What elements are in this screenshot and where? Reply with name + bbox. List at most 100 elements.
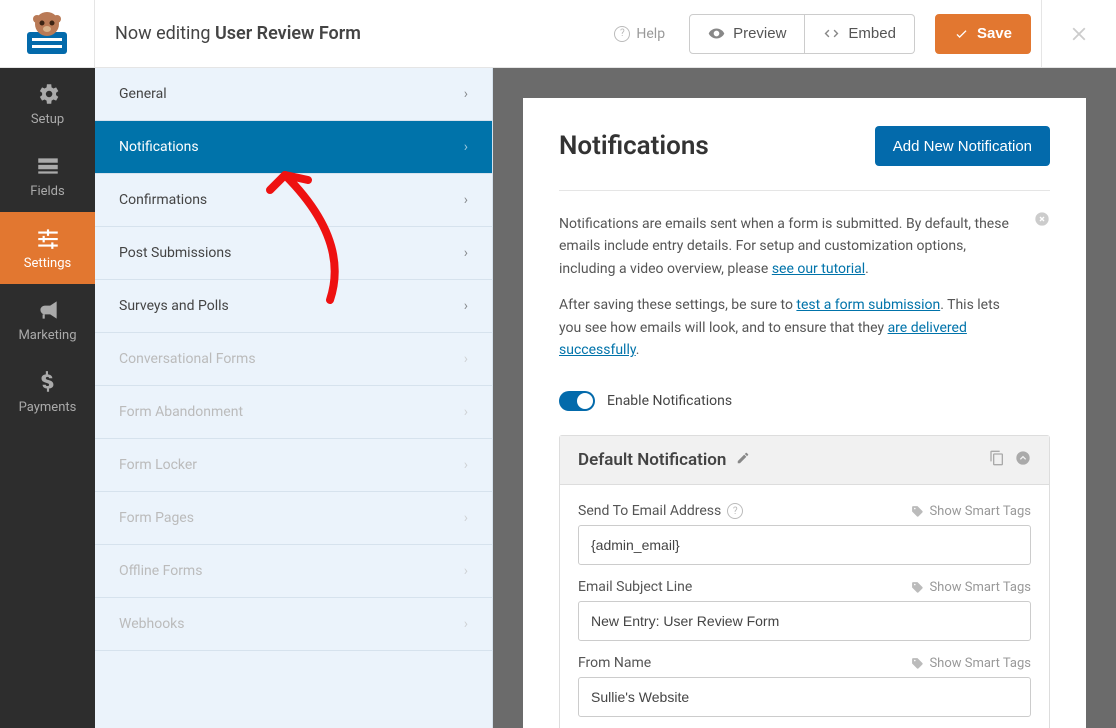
save-button[interactable]: Save bbox=[935, 14, 1031, 54]
smart-tags-button[interactable]: Show Smart Tags bbox=[911, 580, 1031, 595]
duplicate-button[interactable] bbox=[989, 450, 1005, 470]
chevron-right-icon: › bbox=[464, 563, 468, 579]
submenu-surveys-polls[interactable]: Surveys and Polls › bbox=[95, 280, 492, 333]
from-name-label: From Name bbox=[578, 655, 651, 671]
submenu-label: Form Pages bbox=[119, 510, 194, 526]
code-icon bbox=[823, 25, 840, 42]
pencil-icon bbox=[736, 451, 750, 465]
settings-submenu: General › Notifications› Confirmations › P… bbox=[95, 68, 493, 728]
check-icon bbox=[954, 26, 969, 41]
submenu-label: Form Abandonment bbox=[119, 404, 243, 420]
edit-title-button[interactable] bbox=[736, 451, 750, 469]
chevron-up-icon bbox=[1015, 450, 1031, 466]
settings-panel: Notifications Add New Notification Notif… bbox=[523, 98, 1086, 728]
subject-label: Email Subject Line bbox=[578, 579, 692, 595]
chevron-right-icon: › bbox=[464, 457, 468, 473]
top-bar: Now editing User Review Form ? Help Prev… bbox=[0, 0, 1116, 68]
submenu-label: General bbox=[119, 86, 167, 102]
embed-label: Embed bbox=[848, 25, 896, 42]
close-button[interactable] bbox=[1041, 0, 1116, 68]
rail-settings[interactable]: Settings bbox=[0, 212, 95, 284]
info-text: After saving these settings, be sure to bbox=[559, 297, 796, 313]
sliders-icon bbox=[35, 225, 61, 251]
collapse-button[interactable] bbox=[1015, 450, 1031, 470]
rail-setup-label: Setup bbox=[31, 112, 64, 127]
submenu-label: Offline Forms bbox=[119, 563, 202, 579]
chevron-right-icon: › bbox=[464, 510, 468, 526]
dismiss-info-button[interactable] bbox=[1034, 211, 1050, 234]
gear-icon bbox=[35, 81, 61, 107]
bullhorn-icon bbox=[35, 297, 61, 323]
submenu-form-locker[interactable]: Form Locker › bbox=[95, 439, 492, 492]
from-name-input[interactable] bbox=[578, 677, 1031, 717]
submenu-confirmations[interactable]: Confirmations › bbox=[95, 174, 492, 227]
notification-card: Default Notification Send To Email Addre… bbox=[559, 435, 1050, 728]
tag-icon bbox=[911, 657, 924, 670]
submenu-label: Conversational Forms bbox=[119, 351, 256, 367]
test-submission-link[interactable]: test a form submission bbox=[796, 297, 940, 313]
chevron-right-icon: › bbox=[464, 404, 468, 420]
submenu-conversational-forms[interactable]: Conversational Forms › bbox=[95, 333, 492, 386]
editing-prefix: Now editing bbox=[115, 23, 215, 44]
help-icon[interactable]: ? bbox=[727, 503, 743, 519]
rail-setup[interactable]: Setup bbox=[0, 68, 95, 140]
rail-marketing-label: Marketing bbox=[18, 328, 76, 343]
rail-marketing[interactable]: Marketing bbox=[0, 284, 95, 356]
app-logo bbox=[0, 0, 95, 68]
list-icon bbox=[35, 153, 61, 179]
chevron-right-icon: › bbox=[464, 616, 468, 632]
rail-payments-label: Payments bbox=[19, 400, 77, 415]
editing-title: Now editing User Review Form bbox=[95, 23, 598, 44]
content-stage: Notifications Add New Notification Notif… bbox=[493, 68, 1116, 728]
rail-settings-label: Settings bbox=[24, 256, 71, 271]
rail-payments[interactable]: Payments bbox=[0, 356, 95, 428]
preview-label: Preview bbox=[733, 25, 786, 42]
help-label: Help bbox=[636, 26, 665, 42]
eye-icon bbox=[708, 25, 725, 42]
form-name: User Review Form bbox=[215, 23, 361, 44]
submenu-post-submissions[interactable]: Post Submissions › bbox=[95, 227, 492, 280]
send-to-input[interactable] bbox=[578, 525, 1031, 565]
submenu-label: Form Locker bbox=[119, 457, 197, 473]
close-icon bbox=[1034, 211, 1050, 227]
submenu-offline-forms[interactable]: Offline Forms › bbox=[95, 545, 492, 598]
submenu-notifications[interactable]: Notifications› bbox=[95, 121, 492, 174]
submenu-form-abandonment[interactable]: Form Abandonment › bbox=[95, 386, 492, 439]
submenu-label: Webhooks bbox=[119, 616, 185, 632]
chevron-right-icon: › bbox=[464, 245, 468, 261]
chevron-right-icon: › bbox=[464, 86, 468, 102]
subject-input[interactable] bbox=[578, 601, 1031, 641]
save-label: Save bbox=[977, 25, 1012, 42]
enable-notifications-toggle[interactable] bbox=[559, 391, 595, 411]
chevron-right-icon: › bbox=[464, 351, 468, 367]
enable-label: Enable Notifications bbox=[607, 393, 732, 409]
info-box: Notifications are emails sent when a for… bbox=[559, 191, 1050, 383]
help-icon: ? bbox=[614, 26, 630, 42]
card-title: Default Notification bbox=[578, 450, 726, 470]
dollar-icon bbox=[35, 369, 61, 395]
embed-button[interactable]: Embed bbox=[805, 14, 915, 54]
rail-fields[interactable]: Fields bbox=[0, 140, 95, 212]
add-notification-button[interactable]: Add New Notification bbox=[875, 126, 1050, 166]
submenu-webhooks[interactable]: Webhooks › bbox=[95, 598, 492, 651]
smart-tags-button[interactable]: Show Smart Tags bbox=[911, 504, 1031, 519]
chevron-right-icon: › bbox=[464, 192, 468, 208]
rail-fields-label: Fields bbox=[30, 184, 64, 199]
submenu-label: Confirmations bbox=[119, 192, 207, 208]
smart-tags-button[interactable]: Show Smart Tags bbox=[911, 656, 1031, 671]
panel-title: Notifications bbox=[559, 131, 709, 161]
chevron-right-icon: › bbox=[464, 139, 468, 155]
chevron-right-icon: › bbox=[464, 298, 468, 314]
preview-button[interactable]: Preview bbox=[689, 14, 805, 54]
submenu-label: Surveys and Polls bbox=[119, 298, 229, 314]
tag-icon bbox=[911, 505, 924, 518]
submenu-form-pages[interactable]: Form Pages › bbox=[95, 492, 492, 545]
submenu-label: Post Submissions bbox=[119, 245, 231, 261]
wpforms-logo-icon bbox=[23, 10, 71, 58]
help-link[interactable]: ? Help bbox=[598, 26, 681, 42]
submenu-general[interactable]: General › bbox=[95, 68, 492, 121]
tutorial-link[interactable]: see our tutorial bbox=[772, 261, 865, 277]
copy-icon bbox=[989, 450, 1005, 466]
tag-icon bbox=[911, 581, 924, 594]
send-to-label: Send To Email Address? bbox=[578, 503, 743, 519]
